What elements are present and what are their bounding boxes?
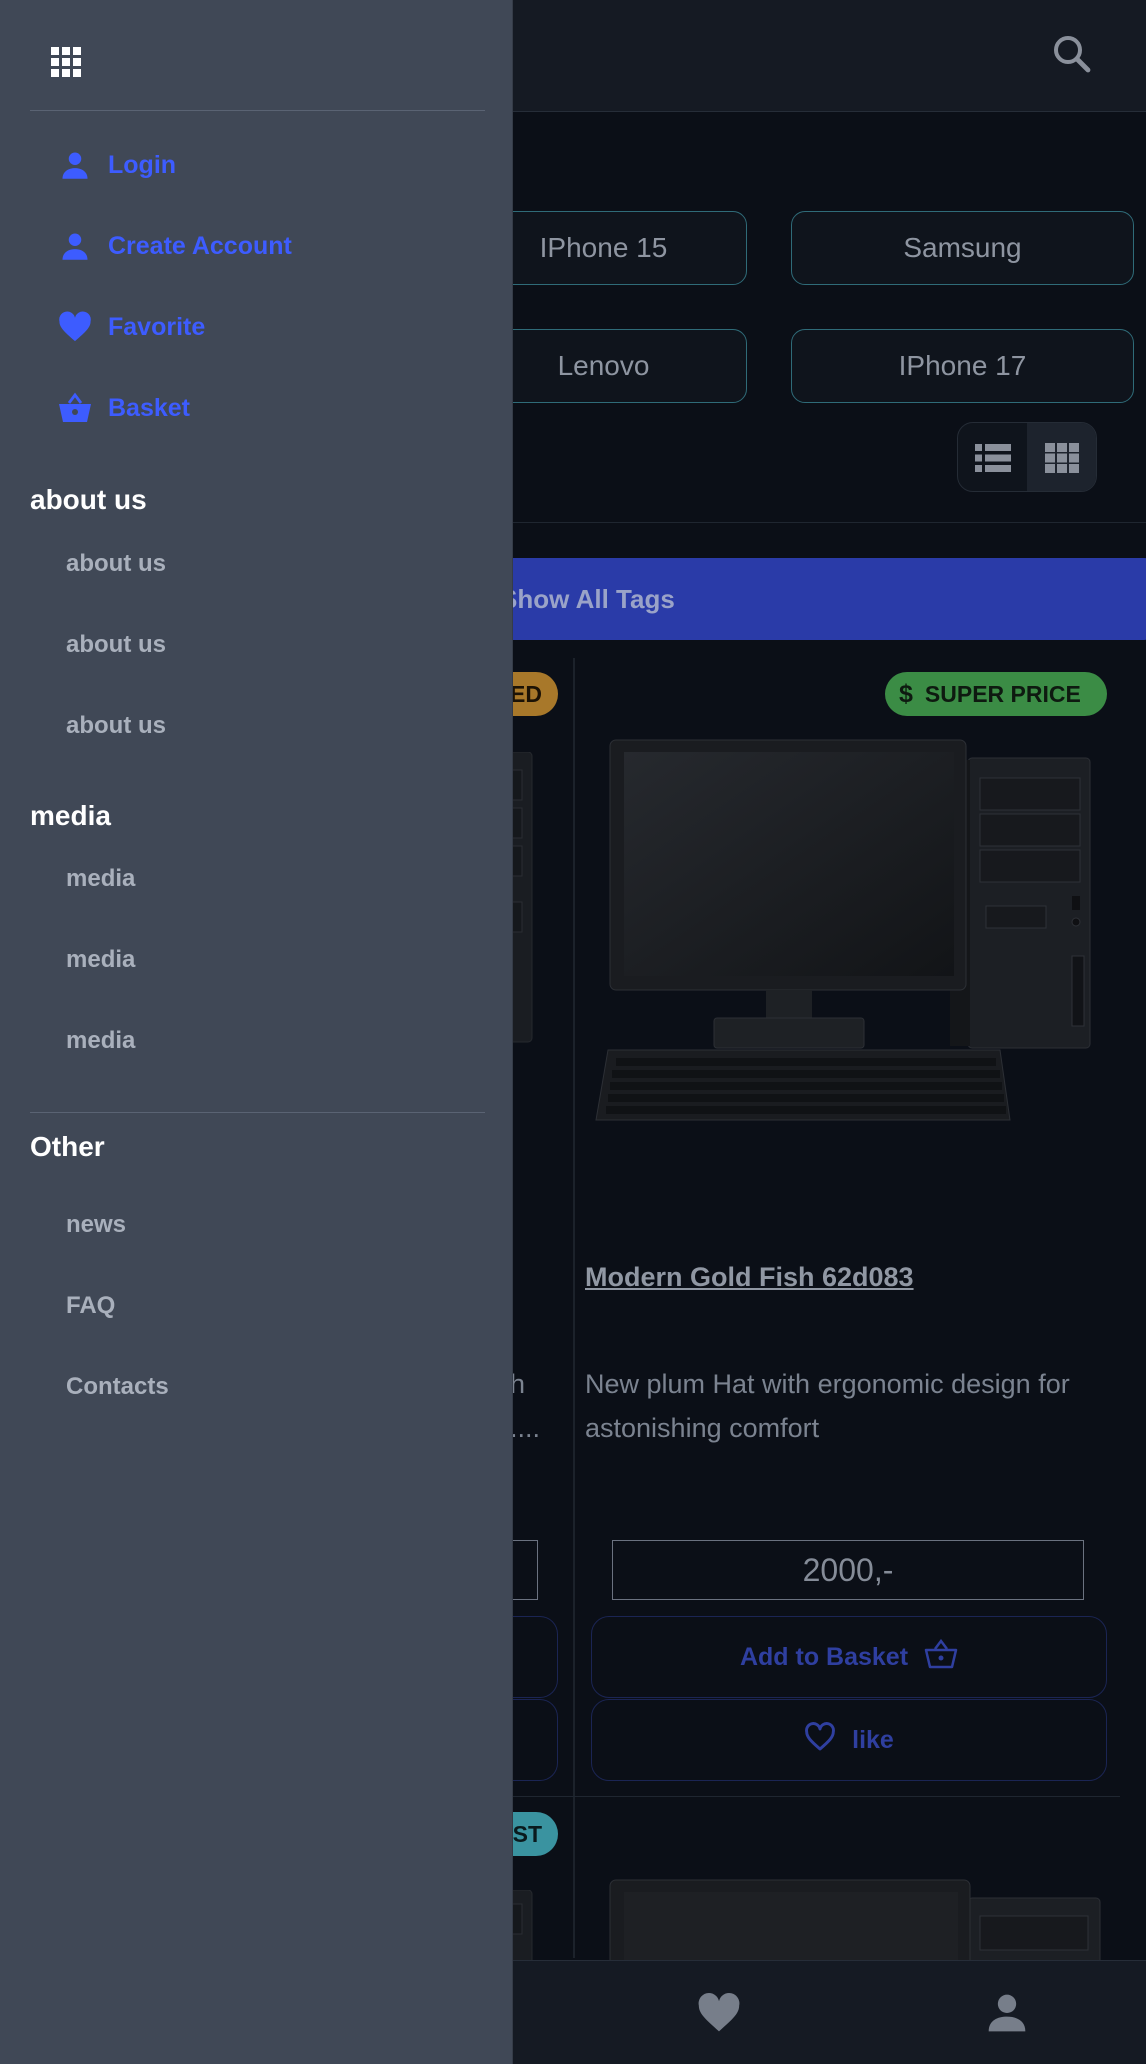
row-divider [480,1796,1120,1797]
link-faq[interactable]: FAQ [66,1292,115,1320]
link-about-us[interactable]: about us [66,631,166,659]
link-media[interactable]: media [66,865,135,893]
person-icon [58,229,92,263]
product-description: h.... [510,1369,541,1443]
product-title[interactable]: Modern Gold Fish 62d083 [585,1262,914,1293]
divider [30,1112,485,1113]
column-divider [573,658,575,1958]
add-to-basket-button[interactable]: Add to Basket [591,1616,1107,1698]
list-view-icon[interactable] [958,423,1027,491]
tag-pill[interactable]: Samsung [791,211,1134,285]
person-icon[interactable] [985,1991,1029,2035]
nav-basket[interactable]: Basket [58,383,190,433]
heart-outline-icon [804,1721,836,1759]
link-news[interactable]: news [66,1211,126,1239]
divider [30,110,485,111]
side-drawer: Login Create Account Favorite Basket abo… [0,0,513,2064]
like-button[interactable]: like [591,1699,1107,1781]
dollar-icon: $ [899,679,913,708]
basket-icon [58,391,92,425]
link-about-us[interactable]: about us [66,712,166,740]
product-image[interactable] [588,730,1108,1130]
heart-icon[interactable] [697,1991,741,2035]
link-media[interactable]: media [66,1027,135,1055]
nav-login[interactable]: Login [58,140,176,190]
tag-pill[interactable]: IPhone 17 [791,329,1134,403]
divider [480,522,1146,523]
search-icon[interactable] [1048,30,1096,78]
section-heading-other: Other [30,1131,105,1162]
view-toggle [957,422,1097,492]
grid-view-icon[interactable] [1027,423,1096,491]
basket-icon [924,1638,958,1676]
price-box: 2000,- [612,1540,1084,1600]
nav-favorite[interactable]: Favorite [58,302,205,352]
heart-icon [58,310,92,344]
link-contacts[interactable]: Contacts [66,1373,169,1401]
section-heading-media: media [30,800,111,831]
product-description: New plum Hat with ergonomic design for a… [585,1369,1070,1443]
show-all-tags-button[interactable]: Show All Tags [480,558,1146,640]
super-price-badge: $ SUPER PRICE [885,672,1107,716]
apps-grid-icon[interactable] [46,42,86,82]
section-heading-about: about us [30,484,147,515]
link-media[interactable]: media [66,946,135,974]
nav-create-account[interactable]: Create Account [58,221,292,271]
product-image[interactable] [600,1870,1110,1960]
link-about-us[interactable]: about us [66,550,166,578]
person-icon [58,148,92,182]
